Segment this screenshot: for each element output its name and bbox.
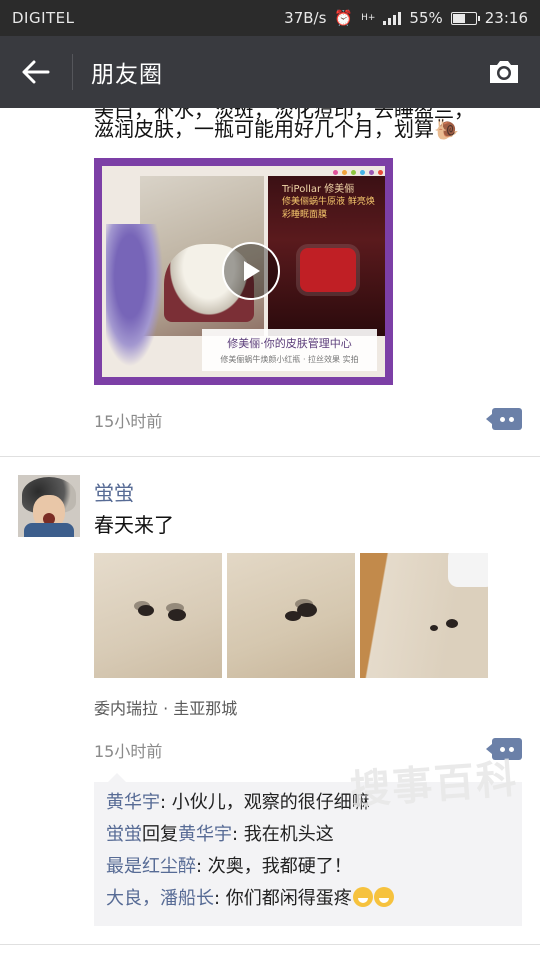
video-frame: TriPollar 修美俪 修美俪蜗牛原液 鲜亮焕彩睡眠面膜 修美俪·你的皮肤管… (102, 166, 385, 377)
video-brand: TriPollar 修美俪 (282, 184, 355, 195)
network-speed: 37B/s (284, 9, 327, 27)
red-jar-image (300, 248, 356, 292)
post2-text: 春天来了 (94, 513, 174, 537)
battery-percent: 55% (409, 9, 443, 27)
comment-row[interactable]: 最是红尘醉: 次奥，我都硬了！ (106, 851, 510, 883)
back-button[interactable] (0, 36, 72, 108)
comment-row[interactable]: 大良，潘船长: 你们都闲得蛋疼 (106, 883, 510, 915)
comment-author-2[interactable]: 潘船长 (160, 888, 214, 909)
clock: 23:16 (484, 9, 528, 27)
title-bar: 朋友圈 (0, 36, 540, 108)
camera-icon (490, 61, 518, 83)
post1-text-line2: 滋润皮肤，一瓶可能用好几个月，划算🐌 (94, 114, 514, 144)
post2-photo-2[interactable] (227, 553, 355, 678)
play-icon (244, 261, 260, 281)
comment-author[interactable]: 黄华宇 (106, 792, 160, 813)
dot-icon (500, 416, 505, 422)
post-divider (0, 944, 540, 945)
video-caption-sub: 修美俪蜗牛焕颜小红瓶 · 拉丝效果 实拍 (220, 355, 359, 364)
camera-button[interactable] (468, 36, 540, 108)
video-headline: 修美俪蜗牛原液 鲜亮焕彩睡眠面膜 (282, 197, 375, 220)
video-thumbnail[interactable]: TriPollar 修美俪 修美俪蜗牛原液 鲜亮焕彩睡眠面膜 修美俪·你的皮肤管… (94, 158, 393, 385)
play-button[interactable] (222, 242, 280, 300)
comment-text: : 你们都闲得蛋疼 (214, 888, 352, 909)
title-divider (72, 54, 73, 90)
comment-text: : 次奥，我都硬了！ (196, 856, 352, 877)
carrier-name: DIGITEL (12, 9, 75, 27)
signal-icon (383, 11, 402, 25)
post-divider (0, 456, 540, 457)
post2-location[interactable]: 委内瑞拉 · 圭亚那城 (94, 695, 237, 719)
comment-author[interactable]: 蛍蛍 (106, 824, 142, 845)
post2-photo-3[interactable] (360, 553, 488, 678)
comment-row[interactable]: 蛍蛍回复黄华宇: 我在机头这 (106, 819, 510, 851)
avatar[interactable] (18, 475, 80, 537)
post2-time: 15小时前 (94, 742, 163, 761)
comment-author[interactable]: 大良 (106, 888, 142, 909)
post1-time: 15小时前 (94, 412, 163, 431)
post2-photo-1[interactable] (94, 553, 222, 678)
page-title: 朋友圈 (91, 62, 163, 88)
video-caption-main: 修美俪·你的皮肤管理中心 (227, 337, 352, 350)
comment-text: : 我在机头这 (232, 824, 334, 845)
network-type: H+ (361, 13, 376, 23)
comment-separator: ， (142, 888, 160, 909)
comment-author[interactable]: 最是红尘醉 (106, 856, 196, 877)
post1-comment-button[interactable] (486, 408, 522, 430)
dot-icon (509, 416, 514, 422)
reply-to-author[interactable]: 黄华宇 (178, 824, 232, 845)
lavender-image (106, 224, 166, 374)
laugh-emoji-icon (373, 887, 394, 907)
status-bar: DIGITEL 37B/s ⏰ H+ 55% 23:16 (0, 0, 540, 36)
color-dots (333, 170, 383, 175)
alarm-icon: ⏰ (334, 9, 354, 27)
post1-text-line2-content: 滋润皮肤，一瓶可能用好几个月，划算 (94, 117, 434, 141)
back-arrow-icon (22, 60, 50, 84)
watermark: 搜事百科 (348, 756, 520, 814)
snail-emoji-icon: 🐌 (434, 117, 459, 141)
video-caption: 修美俪·你的皮肤管理中心 修美俪蜗牛焕颜小红瓶 · 拉丝效果 实拍 (202, 329, 377, 371)
laugh-emoji-icon (352, 887, 373, 907)
post2-nickname[interactable]: 蛍蛍 (94, 477, 134, 506)
reply-word: 回复 (142, 824, 178, 845)
battery-icon (450, 11, 480, 25)
comment-text: : 小伙儿，观察的很仔细嘛 (160, 792, 370, 813)
moments-feed[interactable]: 美白，补水，淡斑，淡化痘印，去睡盈兰， 滋润皮肤，一瓶可能用好几个月，划算🐌 T… (0, 108, 540, 960)
